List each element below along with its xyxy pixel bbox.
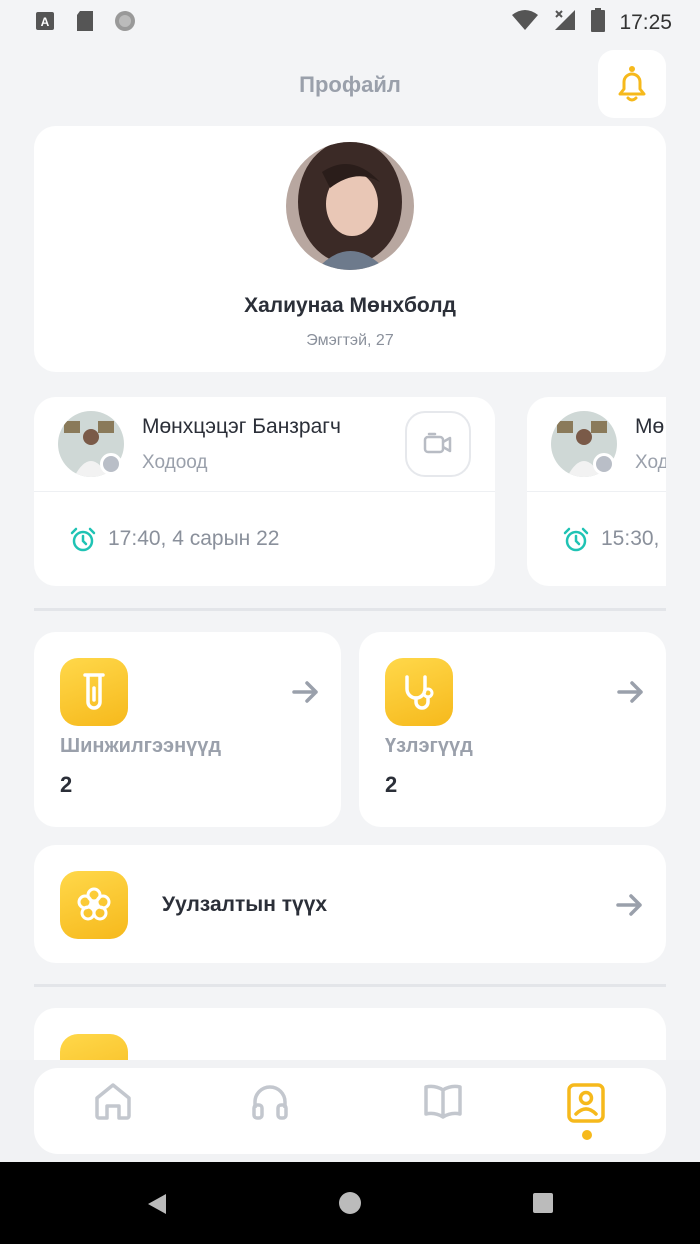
offline-status-dot	[100, 453, 122, 475]
appointment-card[interactable]: Мөнхцэцэг Банзрагч Ходоод 17:40, 4 сарын…	[34, 397, 495, 586]
battery-icon	[591, 8, 606, 37]
examinations-card[interactable]: Үзлэгүүд 2	[359, 632, 666, 827]
page-title: Профайл	[299, 72, 401, 97]
section-divider	[34, 984, 666, 987]
nav-library[interactable]	[413, 1082, 473, 1142]
doctor-name: Мө	[635, 415, 665, 438]
bottom-navigation	[34, 1068, 666, 1154]
sync-icon	[114, 10, 136, 32]
nav-support[interactable]	[240, 1082, 300, 1142]
headphones-icon	[252, 1085, 288, 1120]
video-camera-icon	[423, 432, 452, 454]
video-call-button[interactable]	[405, 411, 471, 477]
sd-card-icon	[74, 10, 96, 32]
appointment-time: 17:40, 4 сарын 22	[108, 527, 280, 550]
status-time: 17:25	[619, 10, 672, 34]
home-button-icon[interactable]	[339, 1192, 361, 1214]
profile-name: Халиунаа Мөнхболд	[244, 294, 456, 317]
section-divider	[34, 608, 666, 611]
appointment-history-label: Уулзалтын түүх	[162, 893, 328, 916]
stethoscope-icon	[385, 658, 453, 726]
doctor-specialty: Ходоод	[142, 452, 208, 473]
profile-icon	[567, 1083, 605, 1123]
arrow-right-icon	[617, 681, 643, 703]
profile-card[interactable]: Халиунаа Мөнхболд Эмэгтэй, 27	[34, 126, 666, 372]
signal-icon	[553, 8, 577, 37]
keyboard-icon: A	[34, 10, 56, 32]
appointment-time: 15:30,	[601, 527, 660, 550]
alarm-clock-icon	[563, 527, 589, 552]
examinations-count: 2	[385, 772, 398, 797]
system-navigation-bar	[0, 1162, 700, 1244]
flower-icon	[60, 871, 128, 939]
arrow-right-icon	[292, 681, 318, 703]
doctor-name: Мөнхцэцэг Банзрагч	[142, 415, 341, 438]
notifications-button[interactable]	[598, 50, 666, 118]
wifi-icon	[511, 9, 539, 36]
back-icon[interactable]	[146, 1192, 168, 1216]
tests-count: 2	[60, 772, 73, 797]
book-icon	[424, 1084, 462, 1119]
doctor-specialty: Ход	[635, 452, 666, 473]
home-icon	[95, 1083, 131, 1120]
offline-status-dot	[593, 453, 615, 475]
avatar	[286, 142, 414, 270]
arrow-right-icon	[616, 894, 642, 916]
examinations-label: Үзлэгүүд	[385, 735, 473, 757]
recent-apps-icon[interactable]	[533, 1193, 553, 1213]
appointment-card[interactable]: Мө Ход 15:30,	[527, 397, 666, 586]
appointments-carousel[interactable]: Мөнхцэцэг Банзрагч Ходоод 17:40, 4 сарын…	[34, 397, 666, 587]
test-tube-icon	[60, 658, 128, 726]
nav-home[interactable]	[83, 1082, 143, 1142]
card-divider	[527, 491, 666, 492]
tests-label: Шинжилгээнүүд	[60, 735, 222, 757]
active-tab-indicator	[582, 1130, 592, 1140]
appointment-history-card[interactable]: Уулзалтын түүх	[34, 845, 666, 963]
bell-icon	[618, 66, 646, 102]
status-bar: A 17:25	[0, 0, 700, 44]
card-divider	[34, 491, 495, 492]
profile-gender-age: Эмэгтэй, 27	[306, 332, 394, 349]
alarm-clock-icon	[70, 527, 96, 552]
svg-text:A: A	[41, 15, 50, 29]
tests-card[interactable]: Шинжилгээнүүд 2	[34, 632, 341, 827]
